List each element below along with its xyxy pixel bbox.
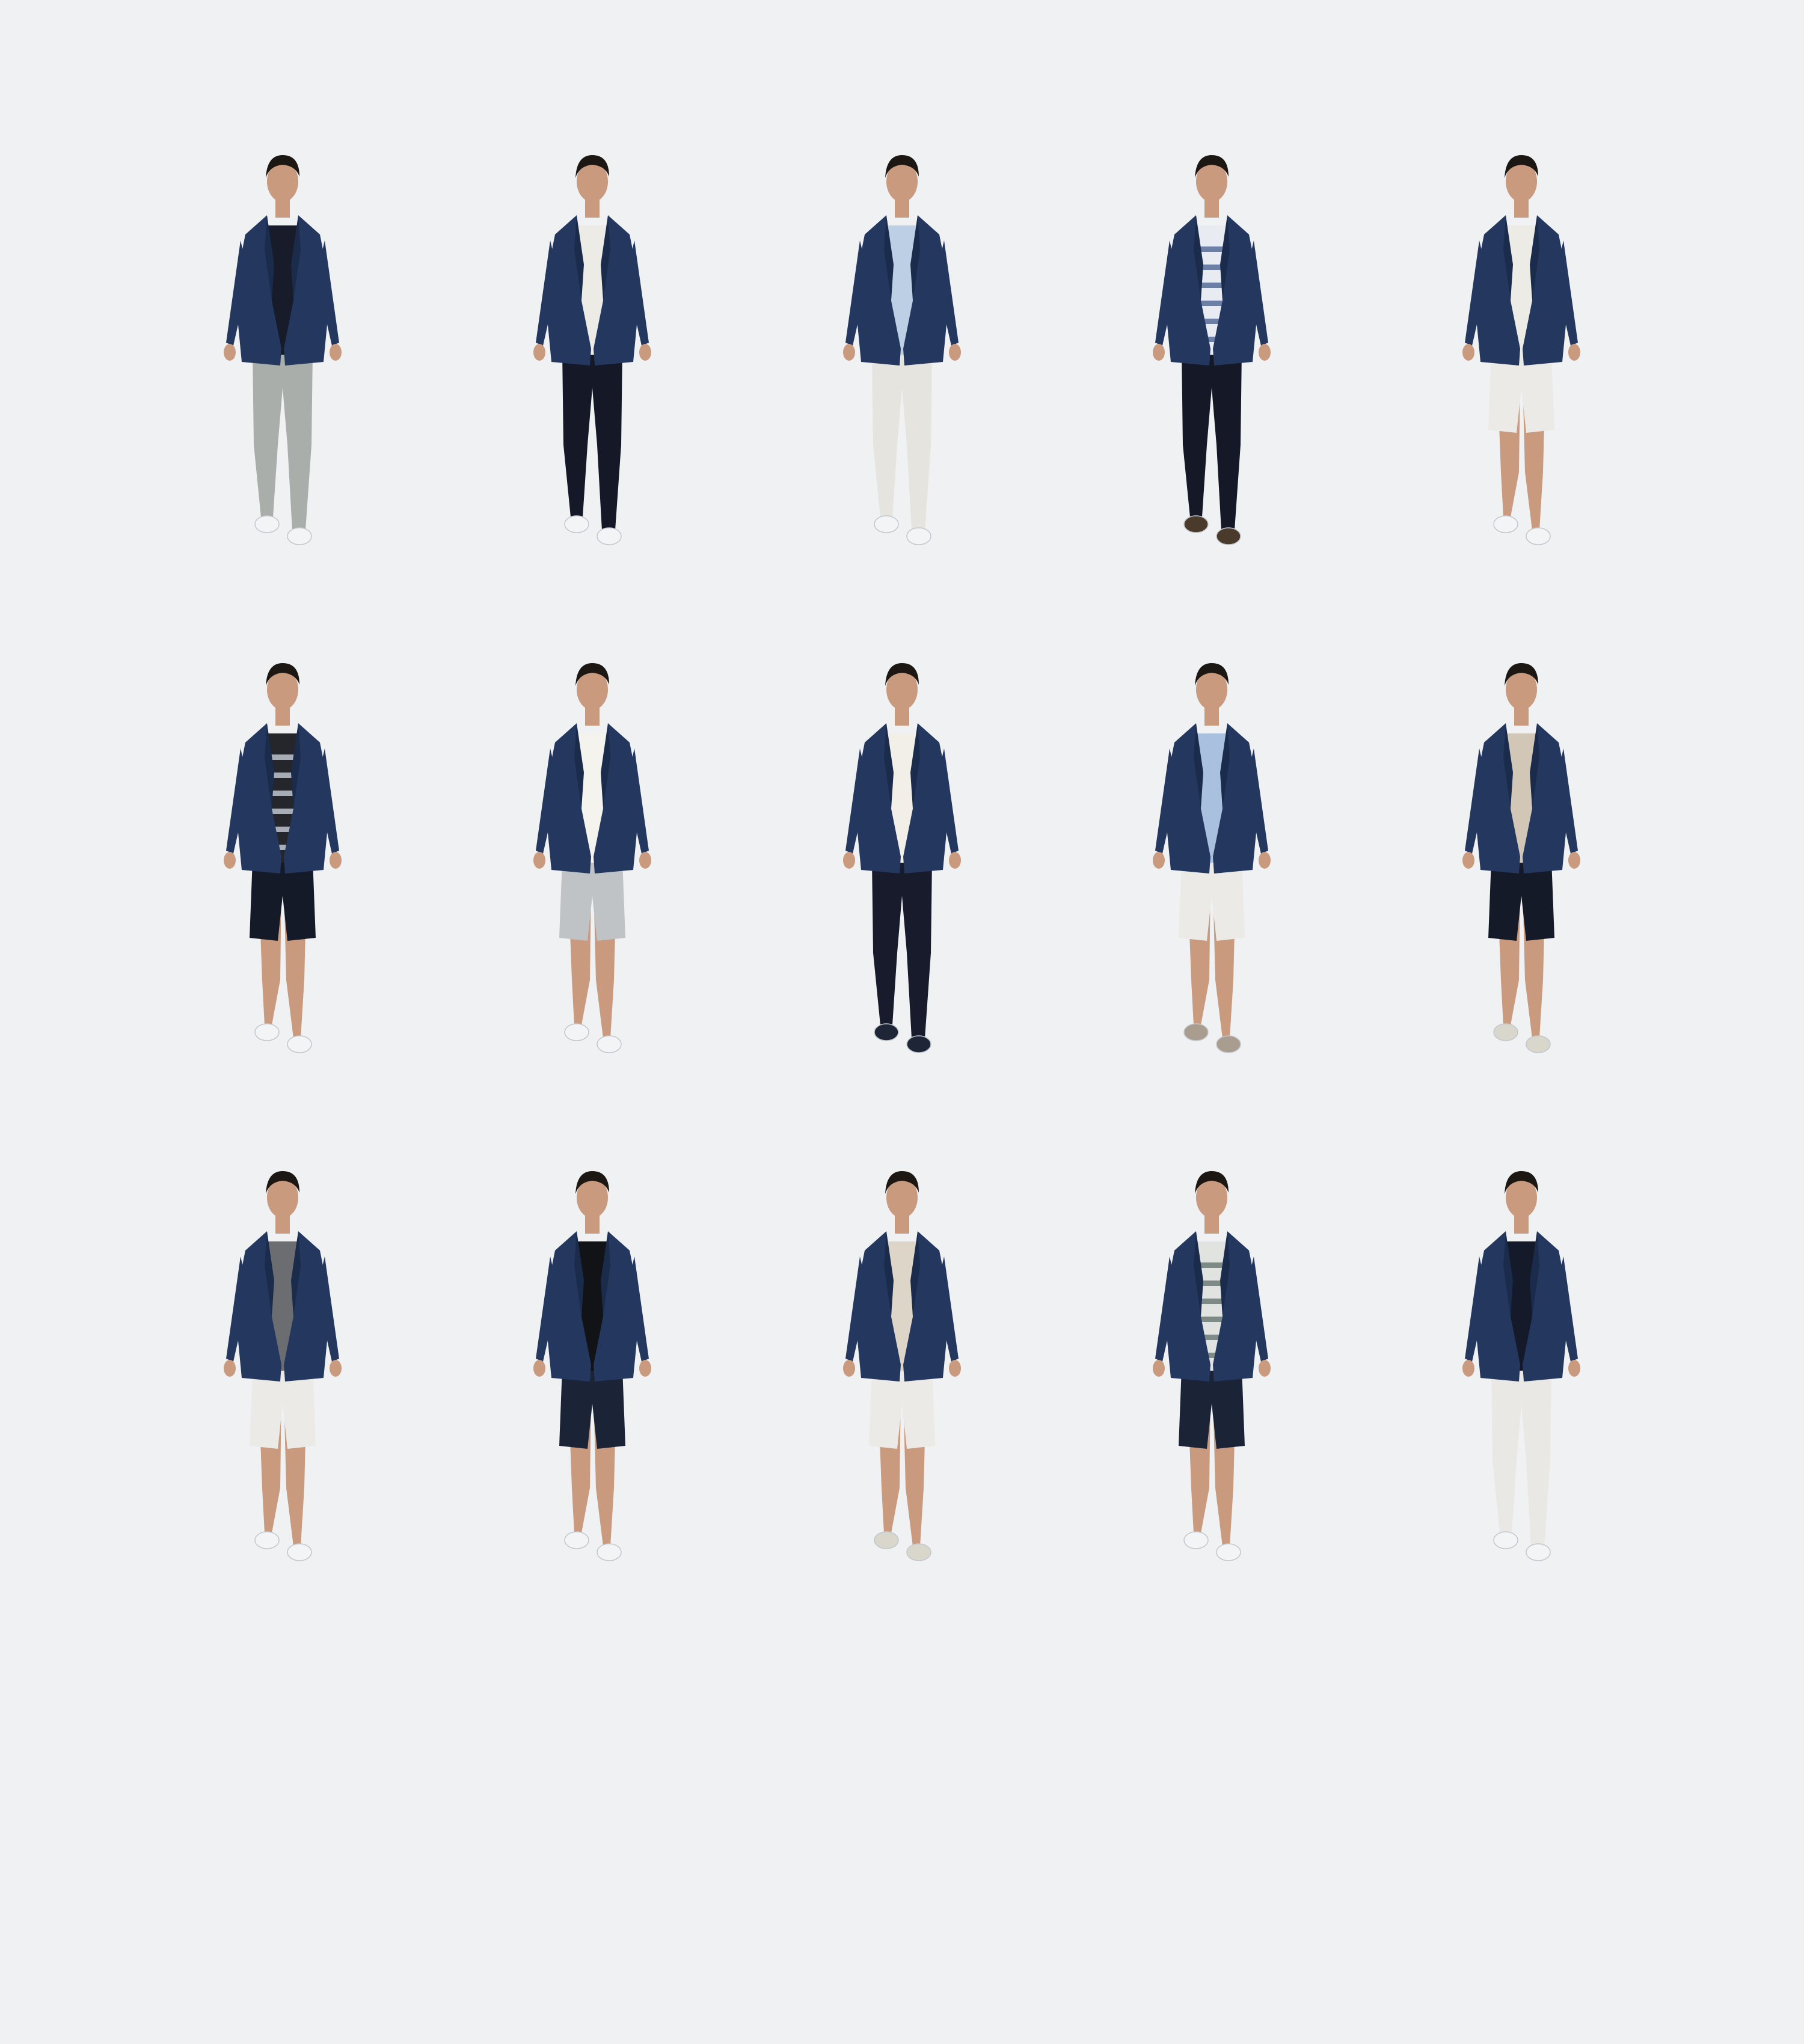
right-shoe [906, 1035, 931, 1053]
right-shoe [1526, 1035, 1551, 1053]
model-figure [1462, 663, 1580, 1053]
right-shoe [287, 527, 312, 545]
right-shoe [287, 1035, 312, 1053]
left-shoe [1493, 1531, 1518, 1549]
look-4[interactable] [1134, 144, 1290, 565]
lookbook-grid [0, 0, 1804, 2044]
look-15[interactable] [1443, 1160, 1600, 1581]
model-figure [843, 663, 961, 1053]
look-10[interactable] [1443, 652, 1600, 1073]
left-shoe [564, 1023, 589, 1041]
model-figure [1462, 155, 1580, 545]
model-figure [533, 663, 651, 1053]
look-3[interactable] [824, 144, 980, 565]
right-shoe [906, 1543, 931, 1561]
left-shoe [254, 515, 280, 533]
look-5[interactable] [1443, 144, 1600, 565]
model-figure [1153, 663, 1271, 1053]
right-shoe [1526, 527, 1551, 545]
left-shoe [874, 515, 899, 533]
look-14[interactable] [1134, 1160, 1290, 1581]
left-shoe [874, 1531, 899, 1549]
left-shoe [1183, 515, 1209, 533]
look-1[interactable] [204, 144, 361, 565]
right-shoe [287, 1543, 312, 1561]
model-figure [224, 663, 342, 1053]
left-shoe [564, 515, 589, 533]
look-12[interactable] [514, 1160, 670, 1581]
right-shoe [597, 527, 622, 545]
model-figure [533, 155, 651, 545]
model-figure [533, 1171, 651, 1561]
look-8[interactable] [824, 652, 980, 1073]
left-shoe [874, 1023, 899, 1041]
look-2[interactable] [514, 144, 670, 565]
left-shoe [254, 1023, 280, 1041]
model-figure [224, 155, 342, 545]
right-shoe [1216, 1543, 1241, 1561]
right-shoe [1216, 1035, 1241, 1053]
look-9[interactable] [1134, 652, 1290, 1073]
model-figure [1153, 1171, 1271, 1561]
model-figure [843, 155, 961, 545]
left-shoe [1183, 1023, 1209, 1041]
left-shoe [1183, 1531, 1209, 1549]
look-7[interactable] [514, 652, 670, 1073]
right-shoe [1216, 527, 1241, 545]
left-shoe [1493, 515, 1518, 533]
look-6[interactable] [204, 652, 361, 1073]
left-shoe [1493, 1023, 1518, 1041]
model-figure [1462, 1171, 1580, 1561]
left-shoe [254, 1531, 280, 1549]
right-shoe [597, 1035, 622, 1053]
look-13[interactable] [824, 1160, 980, 1581]
model-figure [843, 1171, 961, 1561]
model-figure [224, 1171, 342, 1561]
model-figure [1153, 155, 1271, 545]
right-shoe [1526, 1543, 1551, 1561]
right-shoe [906, 527, 931, 545]
look-11[interactable] [204, 1160, 361, 1581]
left-shoe [564, 1531, 589, 1549]
right-shoe [597, 1543, 622, 1561]
